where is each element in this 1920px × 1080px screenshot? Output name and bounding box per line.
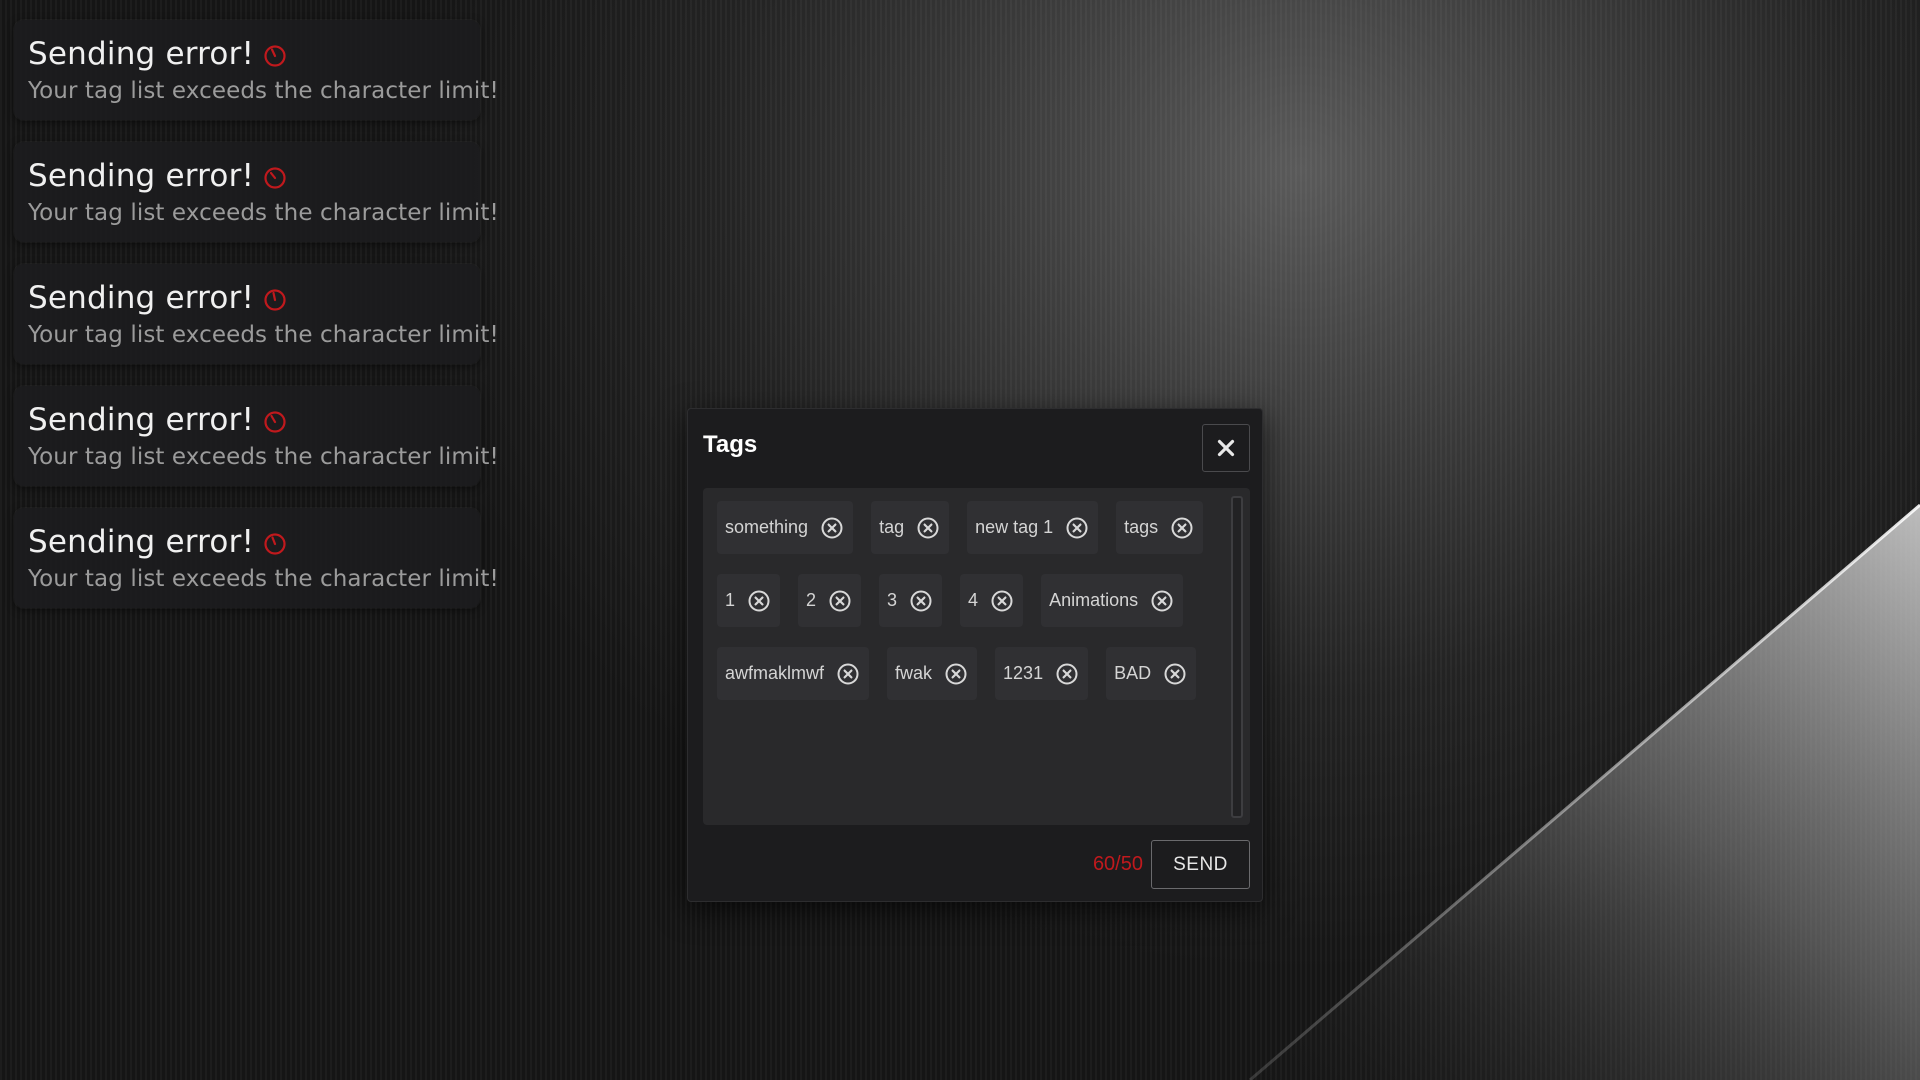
error-toast[interactable]: Sending error! Your tag list exceeds the… bbox=[14, 264, 499, 364]
circle-x-icon bbox=[1164, 663, 1186, 684]
tag-label: new tag 1 bbox=[975, 517, 1054, 537]
tag-chip: 4 bbox=[960, 574, 1024, 627]
dialog-footer: 60/50 SEND bbox=[1093, 840, 1250, 889]
tag-label: 1231 bbox=[1003, 663, 1044, 683]
circle-x-icon bbox=[1066, 517, 1088, 538]
remove-tag-button[interactable] bbox=[836, 662, 860, 686]
toast-title: Sending error! bbox=[28, 402, 255, 438]
tag-label: something bbox=[725, 517, 809, 537]
tag-chip: something bbox=[717, 501, 854, 554]
circle-x-icon bbox=[821, 517, 843, 538]
tag-label: tag bbox=[879, 517, 905, 537]
remove-tag-button[interactable] bbox=[944, 662, 968, 686]
error-toast[interactable]: Sending error! Your tag list exceeds the… bbox=[14, 142, 499, 242]
circle-x-icon bbox=[917, 517, 939, 538]
error-toast[interactable]: Sending error! Your tag list exceeds the… bbox=[14, 386, 499, 486]
toast-title: Sending error! bbox=[28, 280, 255, 316]
tag-chip: awfmaklmwf bbox=[717, 647, 870, 700]
tag-label: 3 bbox=[887, 590, 898, 610]
toast-title-row: Sending error! bbox=[28, 34, 466, 74]
send-button[interactable]: SEND bbox=[1151, 840, 1250, 889]
toast-message: Your tag list exceeds the character limi… bbox=[28, 322, 499, 348]
remove-tag-button[interactable] bbox=[820, 516, 844, 540]
remove-tag-button[interactable] bbox=[1163, 662, 1187, 686]
tag-label: 2 bbox=[806, 590, 817, 610]
circle-x-icon bbox=[910, 590, 932, 611]
remove-tag-button[interactable] bbox=[1170, 516, 1194, 540]
circle-x-icon bbox=[1056, 663, 1078, 684]
tags-dialog: Tags something tag new tag 1 tags 1 2 3 4 Animat… bbox=[687, 408, 1263, 902]
tag-label: BAD bbox=[1114, 663, 1152, 683]
circle-x-icon bbox=[837, 663, 859, 684]
tag-label: awfmaklmwf bbox=[725, 663, 825, 683]
tag-list-scrollbar[interactable] bbox=[1231, 496, 1243, 818]
toast-message: Your tag list exceeds the character limi… bbox=[28, 200, 499, 226]
tag-chip: tags bbox=[1116, 501, 1204, 554]
remove-tag-button[interactable] bbox=[1065, 516, 1089, 540]
close-button[interactable] bbox=[1202, 424, 1250, 472]
circle-x-icon bbox=[829, 590, 851, 611]
remove-tag-button[interactable] bbox=[1150, 589, 1174, 613]
circle-x-icon bbox=[945, 663, 967, 684]
remove-tag-button[interactable] bbox=[916, 516, 940, 540]
toast-message: Your tag list exceeds the character limi… bbox=[28, 444, 499, 470]
remove-tag-button[interactable] bbox=[909, 589, 933, 613]
tag-chip: Animations bbox=[1041, 574, 1184, 627]
toast-title: Sending error! bbox=[28, 36, 255, 72]
remove-tag-button[interactable] bbox=[990, 589, 1014, 613]
circle-x-icon bbox=[1171, 517, 1193, 538]
error-timer-icon bbox=[263, 288, 287, 312]
remove-tag-button[interactable] bbox=[828, 589, 852, 613]
tag-chip: tag bbox=[871, 501, 950, 554]
toast-title-row: Sending error! bbox=[28, 522, 466, 562]
tag-label: tags bbox=[1124, 517, 1159, 537]
tag-label: 4 bbox=[968, 590, 979, 610]
tag-chip: 2 bbox=[798, 574, 862, 627]
circle-x-icon bbox=[1151, 590, 1173, 611]
error-timer-icon bbox=[263, 532, 287, 556]
tag-chip: new tag 1 bbox=[967, 501, 1099, 554]
toast-title-row: Sending error! bbox=[28, 278, 466, 318]
tag-chip: 1 bbox=[717, 574, 781, 627]
circle-x-icon bbox=[748, 590, 770, 611]
toast-message: Your tag list exceeds the character limi… bbox=[28, 566, 499, 592]
tag-list-area: something tag new tag 1 tags 1 2 3 4 Animations a… bbox=[703, 488, 1250, 825]
error-timer-icon bbox=[263, 166, 287, 190]
toast-title-row: Sending error! bbox=[28, 156, 466, 196]
toast-message: Your tag list exceeds the character limi… bbox=[28, 78, 499, 104]
character-counter: 60/50 bbox=[1092, 853, 1143, 875]
error-timer-icon bbox=[263, 44, 287, 68]
tag-label: 1 bbox=[725, 590, 736, 610]
tag-chip: BAD bbox=[1106, 647, 1197, 700]
toast-title-row: Sending error! bbox=[28, 400, 466, 440]
tag-label: fwak bbox=[895, 663, 933, 683]
toast-title: Sending error! bbox=[28, 524, 255, 560]
error-toast[interactable]: Sending error! Your tag list exceeds the… bbox=[14, 20, 499, 120]
remove-tag-button[interactable] bbox=[747, 589, 771, 613]
tag-chip: 3 bbox=[879, 574, 943, 627]
tag-chip: 1231 bbox=[995, 647, 1089, 700]
toast-title: Sending error! bbox=[28, 158, 255, 194]
error-toast[interactable]: Sending error! Your tag list exceeds the… bbox=[14, 508, 499, 608]
dialog-title: Tags bbox=[703, 431, 758, 458]
remove-tag-button[interactable] bbox=[1055, 662, 1079, 686]
close-icon bbox=[1217, 439, 1235, 457]
tag-label: Animations bbox=[1049, 590, 1139, 610]
tag-chip: fwak bbox=[887, 647, 978, 700]
toast-stack: Sending error! Your tag list exceeds the… bbox=[14, 20, 499, 630]
tag-list: something tag new tag 1 tags 1 2 3 4 Animations a… bbox=[717, 501, 1217, 700]
circle-x-icon bbox=[991, 590, 1013, 611]
error-timer-icon bbox=[263, 410, 287, 434]
